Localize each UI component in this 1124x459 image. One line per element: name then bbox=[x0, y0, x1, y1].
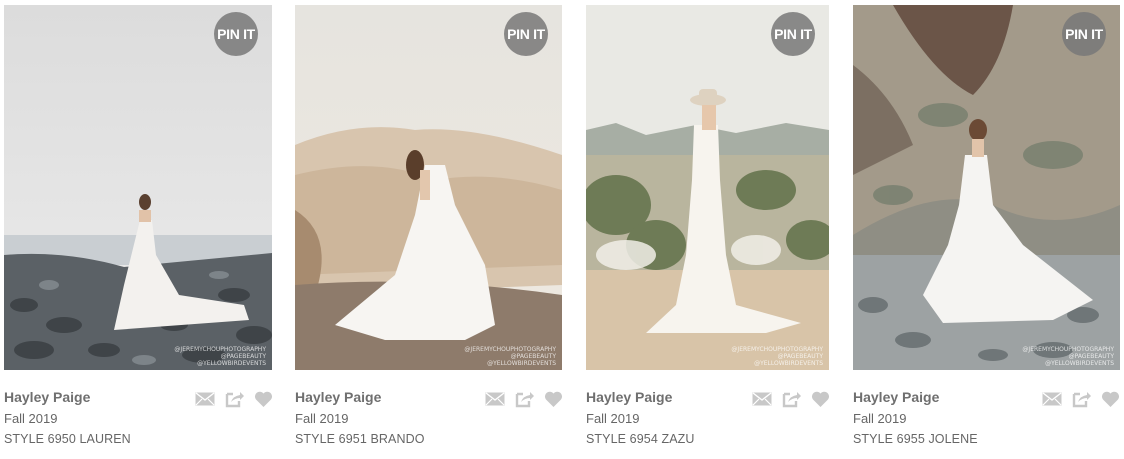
email-icon[interactable] bbox=[195, 390, 215, 408]
photo-credit: @JEREMYCHOUPHOTOGRAPHY @PAGEBEAUTY @YELLOW… bbox=[174, 346, 266, 367]
photo-credit: @JEREMYCHOUPHOTOGRAPHY @PAGEBEAUTY @YELLOW… bbox=[731, 346, 823, 367]
style-number[interactable]: STYLE 6951 BRANDO bbox=[295, 432, 425, 446]
dress-photo[interactable]: PIN IT @JEREMYCHOUPHOTOGRAPHY @PAGEBEAUTY… bbox=[853, 5, 1120, 370]
card-actions bbox=[752, 390, 830, 408]
share-icon[interactable] bbox=[224, 390, 244, 408]
share-icon[interactable] bbox=[514, 390, 534, 408]
style-number[interactable]: STYLE 6955 JOLENE bbox=[853, 432, 978, 446]
collection-season: Fall 2019 bbox=[295, 411, 349, 426]
dress-photo[interactable]: PIN IT @JEREMYCHOUPHOTOGRAPHY @PAGEBEAUTY… bbox=[295, 5, 562, 370]
share-icon[interactable] bbox=[781, 390, 801, 408]
designer-name[interactable]: Hayley Paige bbox=[853, 389, 939, 405]
email-icon[interactable] bbox=[485, 390, 505, 408]
designer-name[interactable]: Hayley Paige bbox=[4, 389, 90, 405]
dress-photo[interactable]: PIN IT @JEREMYCHOUPHOTOGRAPHY @PAGEBEAUTY… bbox=[586, 5, 829, 370]
heart-icon[interactable] bbox=[253, 390, 273, 408]
designer-name[interactable]: Hayley Paige bbox=[586, 389, 672, 405]
heart-icon[interactable] bbox=[1100, 390, 1120, 408]
designer-name[interactable]: Hayley Paige bbox=[295, 389, 381, 405]
pin-it-button[interactable]: PIN IT bbox=[771, 12, 815, 56]
photo-credit: @JEREMYCHOUPHOTOGRAPHY @PAGEBEAUTY @YELLOW… bbox=[464, 346, 556, 367]
card-actions bbox=[485, 390, 563, 408]
email-icon[interactable] bbox=[752, 390, 772, 408]
share-icon[interactable] bbox=[1071, 390, 1091, 408]
style-number[interactable]: STYLE 6954 ZAZU bbox=[586, 432, 695, 446]
pin-it-button[interactable]: PIN IT bbox=[504, 12, 548, 56]
collection-season: Fall 2019 bbox=[4, 411, 58, 426]
heart-icon[interactable] bbox=[543, 390, 563, 408]
style-number[interactable]: STYLE 6950 LAUREN bbox=[4, 432, 131, 446]
heart-icon[interactable] bbox=[810, 390, 830, 408]
pin-it-button[interactable]: PIN IT bbox=[214, 12, 258, 56]
pin-it-button[interactable]: PIN IT bbox=[1062, 12, 1106, 56]
email-icon[interactable] bbox=[1042, 390, 1062, 408]
dress-photo[interactable]: PIN IT @JEREMYCHOUPHOTOGRAPHY @PAGEBEAUTY… bbox=[4, 5, 272, 370]
collection-season: Fall 2019 bbox=[853, 411, 907, 426]
card-actions bbox=[195, 390, 273, 408]
collection-season: Fall 2019 bbox=[586, 411, 640, 426]
photo-credit: @JEREMYCHOUPHOTOGRAPHY @PAGEBEAUTY @YELLOW… bbox=[1022, 346, 1114, 367]
card-actions bbox=[1042, 390, 1120, 408]
